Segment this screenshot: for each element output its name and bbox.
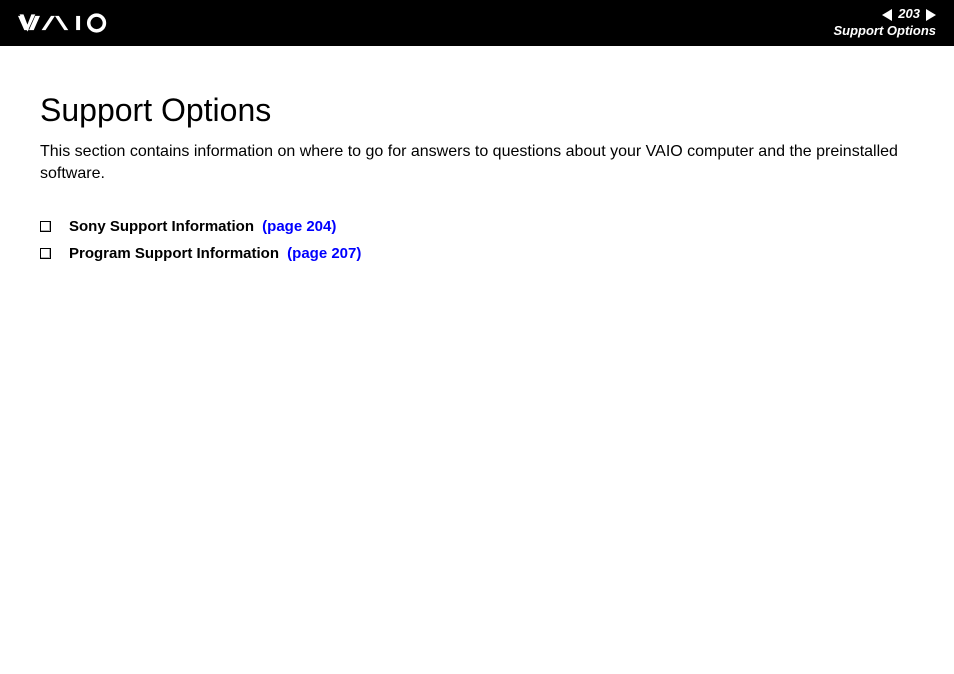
square-bullet-icon (40, 221, 51, 232)
prev-page-arrow-icon[interactable] (882, 9, 892, 21)
square-bullet-icon (40, 248, 51, 259)
next-page-arrow-icon[interactable] (926, 9, 936, 21)
header-right: 203 Support Options (833, 6, 936, 40)
vaio-logo: VAIO (18, 12, 128, 34)
section-label: Support Options (833, 23, 936, 40)
list-item-label: Sony Support Information (69, 218, 254, 235)
page-title: Support Options (40, 92, 914, 129)
list-item-label: Program Support Information (69, 245, 279, 262)
topic-list: Sony Support Information (page 204) Prog… (40, 218, 914, 262)
intro-text: This section contains information on whe… (40, 141, 914, 184)
header-bar: VAIO 203 Support Options (0, 0, 954, 46)
list-item: Program Support Information (page 207) (40, 245, 914, 262)
page-number: 203 (896, 6, 922, 23)
list-item: Sony Support Information (page 204) (40, 218, 914, 235)
content-area: Support Options This section contains in… (0, 46, 954, 262)
list-item-link[interactable]: (page 207) (287, 245, 361, 262)
list-item-link[interactable]: (page 204) (262, 218, 336, 235)
page-nav: 203 (833, 6, 936, 23)
